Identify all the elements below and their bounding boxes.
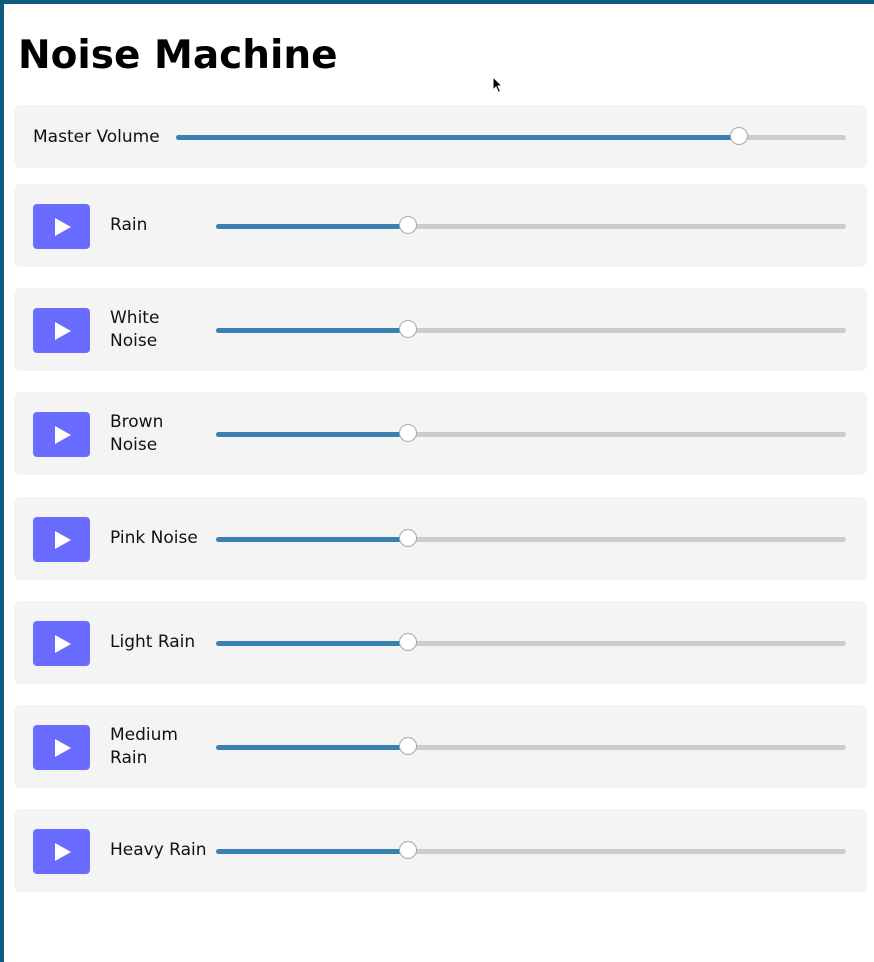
channel-label: Pink Noise <box>110 497 210 580</box>
channel-label-text: Medium Rain <box>110 724 178 768</box>
master-volume-slider[interactable] <box>176 127 846 145</box>
channel-row: Brown Noise <box>14 392 867 475</box>
channel-volume-fill <box>216 641 409 646</box>
master-volume-thumb[interactable] <box>729 127 748 145</box>
channel-row: Pink Noise <box>14 497 867 580</box>
master-volume-fill <box>176 135 739 140</box>
channel-row: White Noise <box>14 288 867 371</box>
channel-volume-slider[interactable] <box>216 737 846 755</box>
channel-label-text: Brown Noise <box>110 411 164 455</box>
play-icon <box>55 842 71 861</box>
channel-volume-slider[interactable] <box>216 529 846 547</box>
page-title: Noise Machine <box>18 33 338 78</box>
play-button[interactable] <box>33 308 90 353</box>
play-button[interactable] <box>33 725 90 770</box>
channel-label: Heavy Rain <box>110 809 210 892</box>
play-button[interactable] <box>33 621 90 666</box>
channel-label: Rain <box>110 184 210 267</box>
channel-label: Light Rain <box>110 601 210 684</box>
channel-volume-fill <box>216 537 409 542</box>
channel-volume-slider[interactable] <box>216 633 846 651</box>
play-icon <box>55 530 71 549</box>
channel-row: Light Rain <box>14 601 867 684</box>
play-button[interactable] <box>33 517 90 562</box>
channel-label: Brown Noise <box>110 392 210 475</box>
channel-volume-thumb[interactable] <box>399 529 418 547</box>
channel-row: Medium Rain <box>14 705 867 788</box>
channel-row: Rain <box>14 184 867 267</box>
master-volume-panel: Master Volume <box>14 105 867 168</box>
channel-volume-fill <box>216 849 409 854</box>
channel-label-text: Rain <box>110 215 148 235</box>
channel-row: Heavy Rain <box>14 809 867 892</box>
play-icon <box>55 738 71 757</box>
play-icon <box>55 634 71 653</box>
channel-volume-fill <box>216 328 409 333</box>
channel-label-text: White Noise <box>110 307 160 351</box>
channel-volume-fill <box>216 745 409 750</box>
app-window: Noise Machine Master Volume Rain White No… <box>0 0 874 962</box>
channel-label-text: Heavy Rain <box>110 840 207 860</box>
channel-volume-thumb[interactable] <box>399 737 418 755</box>
channel-volume-thumb[interactable] <box>399 841 418 859</box>
play-icon <box>55 321 71 340</box>
play-icon <box>55 217 71 236</box>
channel-volume-fill <box>216 432 409 437</box>
mouse-pointer-icon <box>492 76 504 94</box>
channel-volume-thumb[interactable] <box>399 633 418 651</box>
play-button[interactable] <box>33 204 90 249</box>
play-button[interactable] <box>33 412 90 457</box>
channel-volume-thumb[interactable] <box>399 424 418 442</box>
channel-volume-slider[interactable] <box>216 320 846 338</box>
channel-label-text: Pink Noise <box>110 528 198 548</box>
channel-volume-thumb[interactable] <box>399 216 418 234</box>
channel-volume-fill <box>216 224 409 229</box>
channel-volume-slider[interactable] <box>216 841 846 859</box>
channel-volume-slider[interactable] <box>216 216 846 234</box>
channel-label: Medium Rain <box>110 705 210 788</box>
channel-volume-thumb[interactable] <box>399 320 418 338</box>
play-button[interactable] <box>33 829 90 874</box>
channel-volume-slider[interactable] <box>216 424 846 442</box>
master-volume-label: Master Volume <box>33 127 160 147</box>
channel-label-text: Light Rain <box>110 632 196 652</box>
play-icon <box>55 425 71 444</box>
channel-label: White Noise <box>110 288 210 371</box>
